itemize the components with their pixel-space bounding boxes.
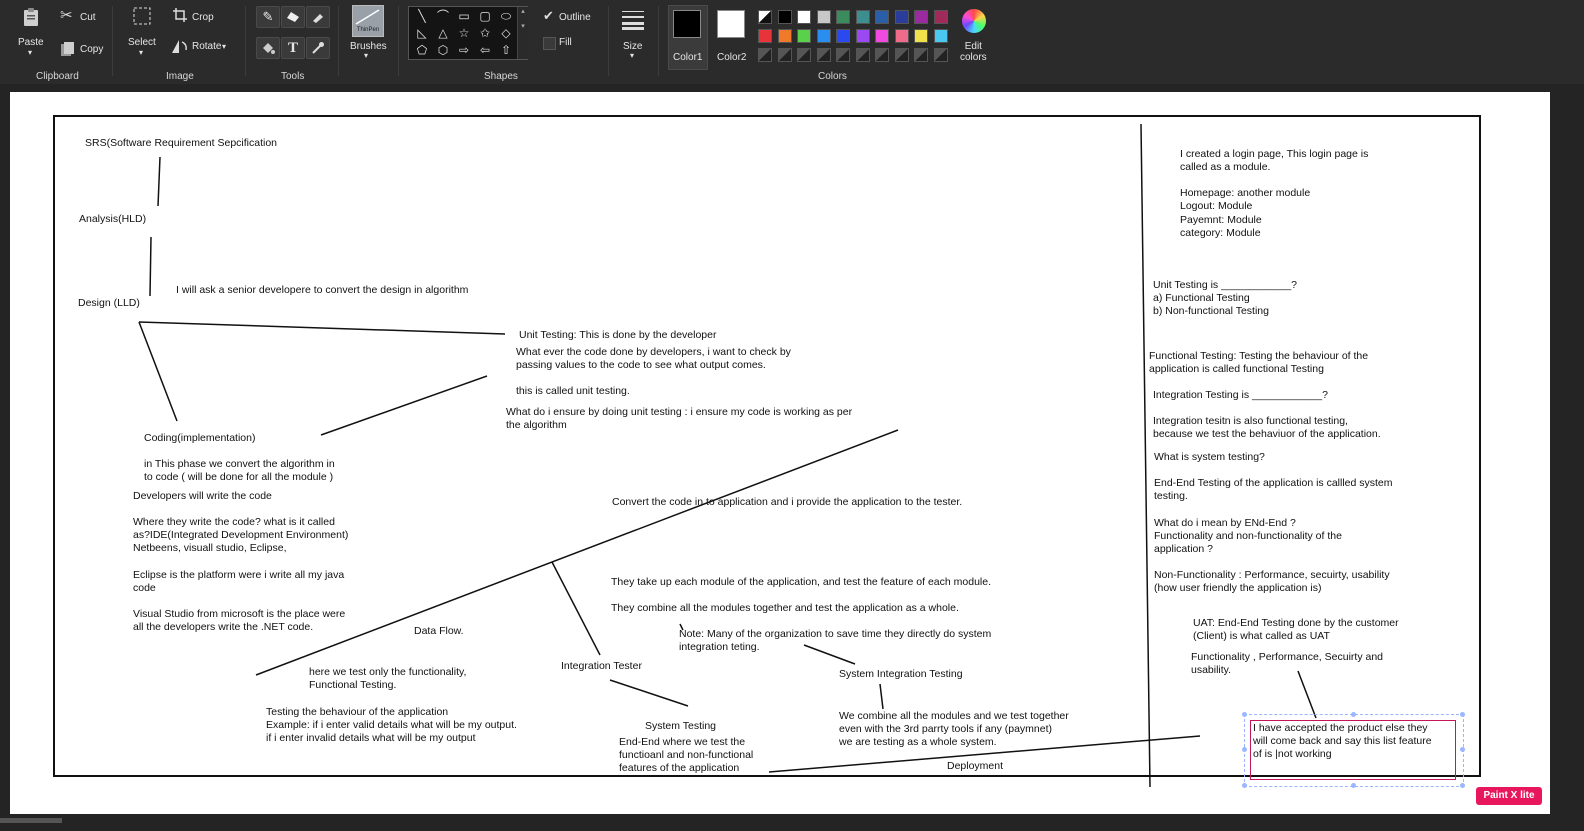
it-line2: because we test the behaviuor of the app…	[1153, 428, 1381, 440]
resize-handle[interactable]	[1460, 712, 1465, 717]
deployment-text: Deployment	[947, 760, 1004, 772]
ft-line1: Functional Testing: Testing the behaviou…	[1149, 350, 1369, 362]
behav-line2: Example: if i enter valid details what w…	[266, 719, 517, 731]
login-line1: I created a login page, This login page …	[1180, 148, 1369, 160]
where-line2: as?IDE(Integrated Development Environmen…	[133, 529, 349, 541]
unit-testing-title: Unit Testing: This is done by the develo…	[519, 329, 717, 341]
uat-line2: (Client) is what called as UAT	[1193, 630, 1330, 642]
ensure-line1: What do i ensure by doing unit testing :…	[506, 406, 853, 418]
textbox-line3[interactable]: of is |not working	[1253, 748, 1332, 761]
home-line3: Payemnt: Module	[1180, 214, 1262, 226]
func-line1: here we test only the functionality,	[309, 666, 467, 678]
func-line2: Functional Testing.	[309, 679, 397, 691]
phase-line1: in This phase we convert the algorithm i…	[144, 458, 335, 470]
note-line2: integration teting.	[679, 641, 760, 653]
fps-line1: Functionality , Performance, Secuirty an…	[1191, 651, 1384, 663]
home-line1: Homepage: another module	[1180, 187, 1311, 199]
it-question-text: Integration Testing is ____________?	[1153, 389, 1328, 401]
resize-handle[interactable]	[1242, 783, 1247, 788]
unit-called-text: this is called unit testing.	[516, 385, 630, 397]
ut-question-line2: a) Functional Testing	[1153, 292, 1250, 304]
resize-handle[interactable]	[1460, 783, 1465, 788]
coding-text: Coding(implementation)	[144, 432, 256, 444]
resize-handle[interactable]	[1351, 783, 1356, 788]
senior-text: I will ask a senior developere to conver…	[176, 284, 469, 296]
devs-text: Developers will write the code	[133, 490, 272, 502]
e2e-answer-line1: End-End Testing of the application is ca…	[1154, 477, 1393, 489]
resize-handle[interactable]	[1242, 712, 1247, 717]
vs-line1: Visual Studio from microsoft is the plac…	[133, 608, 346, 620]
e2e-line2: functioanl and non-functional	[619, 749, 754, 761]
integration-tester-text: Integration Tester	[561, 660, 642, 672]
ft-line2: application is called functional Testing	[1149, 363, 1324, 375]
unit-desc-line1: What ever the code done by developers, i…	[516, 346, 791, 358]
mean-line3: application ?	[1154, 543, 1213, 555]
ut-question-line3: b) Non-functional Testing	[1153, 305, 1269, 317]
where-line3: Netbeens, visuall studio, Eclipse,	[133, 542, 287, 554]
phase-line2: to code ( will be done for all the modul…	[144, 471, 334, 483]
analysis-text: Analysis(HLD)	[79, 213, 147, 225]
combine-line1: We combine all the modules and we test t…	[839, 710, 1069, 722]
home-line4: category: Module	[1180, 227, 1261, 239]
srs-text: SRS(Software Requirement Sepcification	[85, 137, 278, 149]
sys-question-text: What is system testing?	[1154, 451, 1265, 463]
textbox-line2[interactable]: will come back and say this list feature	[1253, 735, 1432, 748]
ut-question-line1: Unit Testing is ____________?	[1153, 279, 1298, 291]
resize-handle[interactable]	[1460, 747, 1465, 752]
behav-line3: if i enter invalid details what will be …	[266, 732, 476, 744]
combine-line2: even with the 3rd parrty tools if any (p…	[839, 723, 1053, 735]
design-text: Design (LLD)	[78, 297, 140, 309]
horizontal-scrollbar[interactable]	[0, 818, 62, 823]
e2e-answer-line2: testing.	[1154, 490, 1188, 502]
mean-line1: What do i mean by ENd-End ?	[1154, 517, 1296, 529]
system-testing-text: System Testing	[645, 720, 717, 732]
behav-line1: Testing the behaviour of the application	[266, 706, 449, 718]
combine-line3: we are testing as a whole system.	[839, 736, 997, 748]
eclipse-line2: code	[133, 582, 156, 594]
vs-line2: all the developers write the .NET code.	[133, 621, 314, 633]
login-line2: called as a module.	[1180, 161, 1271, 173]
home-line2: Logout: Module	[1180, 200, 1253, 212]
unit-desc-line2: passing values to the code to see what o…	[516, 359, 766, 371]
textbox-line1[interactable]: I have accepted the product else they	[1253, 722, 1428, 735]
dataflow-text: Data Flow.	[414, 625, 464, 637]
resize-handle[interactable]	[1351, 712, 1356, 717]
resize-handle[interactable]	[1242, 747, 1247, 752]
mean-line2: Functionality and non-functionality of t…	[1154, 530, 1342, 542]
note-line1: Note: Many of the organization to save t…	[679, 628, 992, 640]
uat-line1: UAT: End-End Testing done by the custome…	[1193, 617, 1399, 629]
sit-text: System Integration Testing	[839, 668, 963, 680]
eclipse-line1: Eclipse is the platform were i write all…	[133, 569, 345, 581]
ensure-line2: the algorithm	[506, 419, 567, 431]
module-line2: They combine all the modules together an…	[611, 602, 959, 614]
convert-text: Convert the code in to application and i…	[612, 496, 963, 508]
paint-x-lite-badge[interactable]: Paint X lite	[1476, 787, 1542, 805]
nf-line1: Non-Functionality : Performance, secuirt…	[1154, 569, 1390, 581]
where-line1: Where they write the code? what is it ca…	[133, 516, 335, 528]
it-line1: Integration tesitn is also functional te…	[1153, 415, 1348, 427]
e2e-line3: features of the application	[619, 762, 740, 774]
module-line1: They take up each module of the applicat…	[611, 576, 991, 588]
fps-line2: usability.	[1191, 664, 1232, 676]
nf-line2: (how user friendly the application is)	[1154, 582, 1322, 594]
e2e-line1: End-End where we test the	[619, 736, 746, 748]
